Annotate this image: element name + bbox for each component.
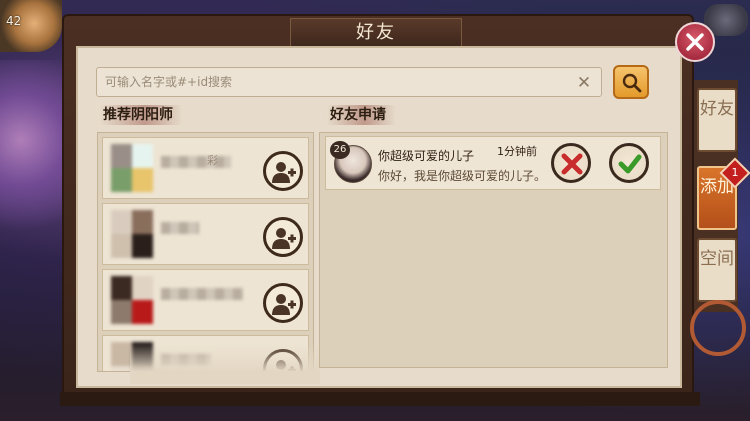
tab-space[interactable]: 空间 [697, 238, 737, 302]
recommend-name-hint: 彩 [207, 154, 218, 167]
recommend-name-blurred [161, 288, 243, 300]
recommend-list[interactable]: 彩 [97, 132, 314, 372]
add-friend-icon [272, 162, 296, 183]
recommend-item[interactable] [102, 269, 309, 331]
request-item[interactable]: 26 你超级可爱的儿子 1分钟前 你好，我是你超级可爱的儿子。 [325, 136, 661, 190]
accept-icon [618, 154, 642, 174]
recommend-item[interactable] [102, 203, 309, 265]
recommend-avatar [111, 210, 153, 258]
dialog-title: 好友 [290, 18, 462, 48]
recommend-list-fade [130, 344, 320, 384]
search-input[interactable] [105, 71, 565, 93]
close-icon [686, 33, 704, 51]
player-avatar[interactable]: 42 [0, 0, 62, 52]
request-time: 1分钟前 [497, 145, 537, 158]
reject-icon [561, 153, 583, 175]
add-friend-icon [272, 228, 296, 249]
tab-friends[interactable]: 好友 [697, 88, 737, 152]
accept-request-button[interactable] [609, 143, 649, 183]
recommend-avatar [111, 144, 153, 192]
request-message: 你好，我是你超级可爱的儿子。 [378, 169, 547, 183]
add-friend-icon [272, 294, 296, 315]
close-button[interactable] [675, 22, 715, 62]
add-friend-button[interactable] [263, 151, 303, 191]
background-blossom [0, 60, 70, 260]
frame-bottom-band [60, 392, 700, 406]
recommend-item[interactable]: 彩 [102, 137, 309, 199]
decorative-ring [690, 300, 746, 356]
add-friend-button[interactable] [263, 217, 303, 257]
requests-title: 好友申请 [326, 105, 396, 125]
player-level: 42 [6, 14, 22, 28]
reject-request-button[interactable] [551, 143, 591, 183]
recommend-avatar [111, 276, 153, 324]
recommend-name-blurred [161, 156, 231, 168]
request-name: 你超级可爱的儿子 [378, 149, 475, 163]
recommend-title: 推荐阴阳师 [99, 105, 183, 125]
add-friend-button[interactable] [263, 283, 303, 323]
request-level-badge: 26 [330, 141, 350, 159]
search-bar: ✕ [96, 67, 602, 97]
search-button[interactable] [613, 65, 649, 99]
search-icon [622, 73, 642, 93]
recommend-name-blurred [161, 222, 199, 234]
clear-search-icon[interactable]: ✕ [575, 74, 593, 92]
badge-count: 1 [731, 166, 739, 179]
